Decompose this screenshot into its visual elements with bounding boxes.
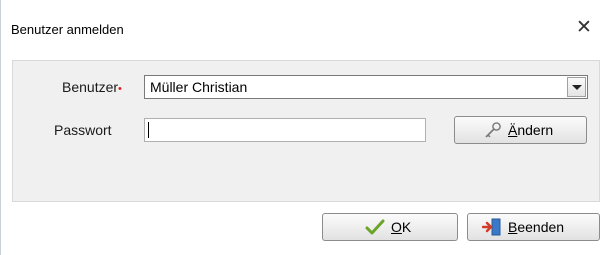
key-icon (485, 122, 501, 138)
user-select[interactable]: Müller Christian (144, 75, 588, 99)
checkmark-icon (365, 219, 385, 235)
password-label: Passwort (54, 122, 112, 138)
exit-button[interactable]: Beenden (467, 213, 600, 241)
user-select-value: Müller Christian (150, 79, 248, 95)
exit-door-icon (482, 218, 501, 236)
password-field[interactable] (144, 118, 426, 142)
user-label-text: Benutzer (62, 79, 119, 95)
chevron-down-icon (572, 85, 582, 90)
login-dialog: Benutzer anmelden ✕ Benutzer• Müller Chr… (0, 0, 603, 255)
ok-button[interactable]: OK (322, 213, 458, 241)
window-title: Benutzer anmelden (11, 22, 124, 37)
close-icon[interactable]: ✕ (573, 16, 595, 38)
ok-button-label: OK (391, 219, 412, 235)
exit-button-label: Beenden (508, 219, 565, 235)
change-button-label: Ändern (508, 122, 554, 138)
required-marker: • (118, 83, 122, 95)
title-bar: Benutzer anmelden ✕ (1, 0, 603, 42)
text-caret (148, 122, 149, 138)
user-select-dropdown-button[interactable] (567, 77, 586, 97)
change-password-button[interactable]: Ändern (454, 116, 587, 144)
user-label: Benutzer• (62, 79, 122, 95)
